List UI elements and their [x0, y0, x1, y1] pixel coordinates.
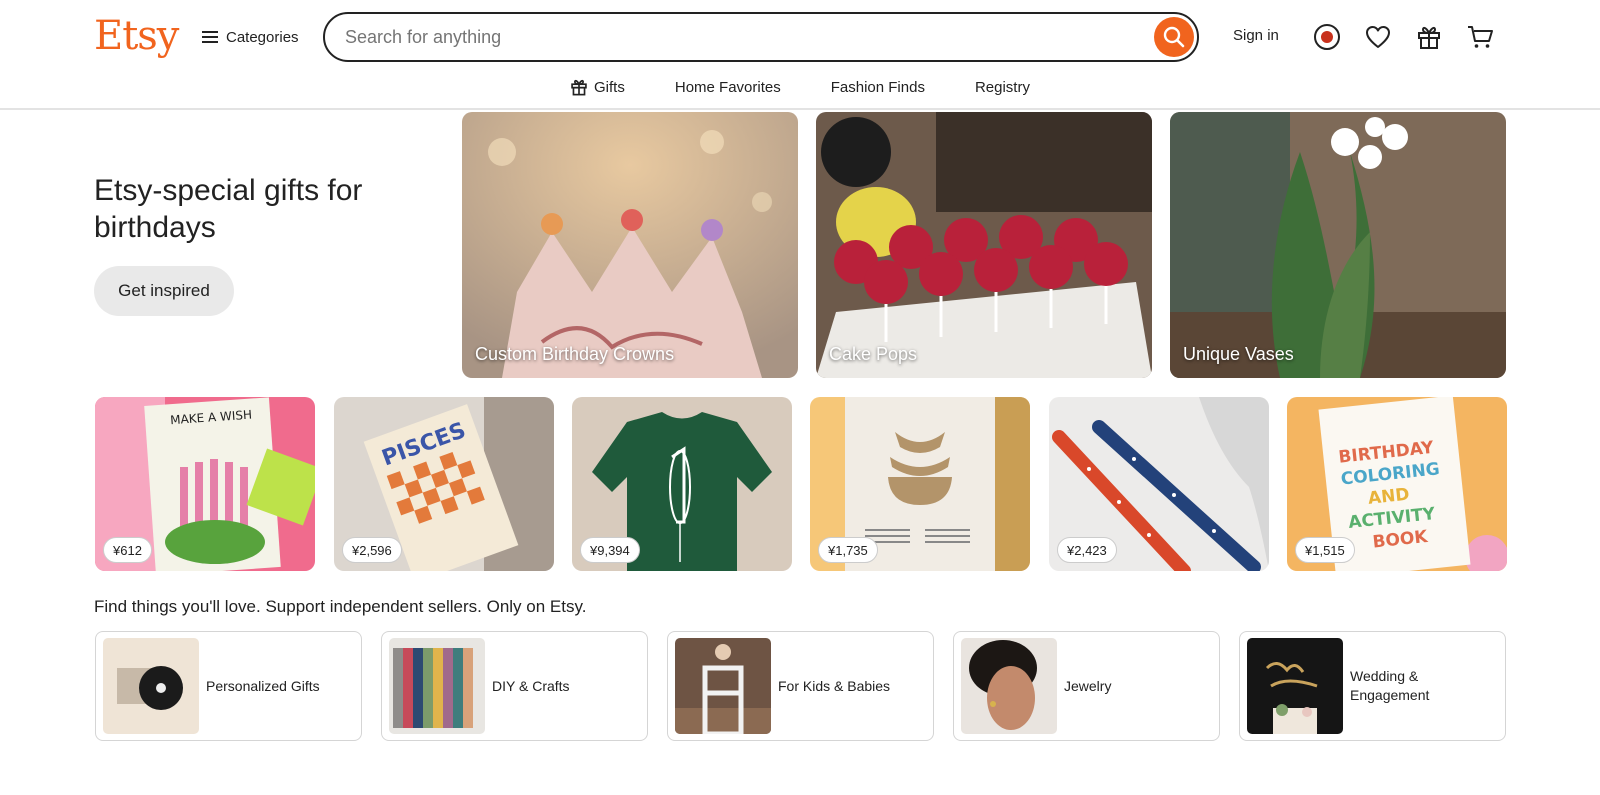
category-thumbnail — [389, 638, 485, 734]
tagline: Find things you'll love. Support indepen… — [94, 597, 587, 616]
cake-pops-image — [816, 112, 1152, 378]
favorites-button[interactable] — [1363, 22, 1393, 52]
etsy-rewards-button[interactable] — [1312, 22, 1342, 52]
nav-gifts-label: Gifts — [594, 78, 625, 96]
categories-label: Categories — [226, 28, 299, 46]
category-label: DIY & Crafts — [492, 677, 570, 694]
site-header: Etsy Categories Sign in Gifts Home Favor… — [0, 0, 1600, 110]
nav-home-favorites[interactable]: Home Favorites — [650, 72, 806, 102]
product-card[interactable]: MAKE A WISH ¥612 — [95, 397, 315, 571]
secondary-nav: Gifts Home Favorites Fashion Finds Regis… — [0, 72, 1600, 102]
category-personalized-gifts[interactable]: Personalized Gifts — [95, 631, 362, 741]
cart-icon — [1468, 26, 1493, 48]
category-kids-babies[interactable]: For Kids & Babies — [667, 631, 934, 741]
category-wedding-engagement[interactable]: Wedding & Engagement — [1239, 631, 1506, 741]
heart-icon — [1366, 26, 1390, 48]
categories-button[interactable]: Categories — [202, 25, 299, 49]
record-icon — [1314, 24, 1340, 50]
tile-label: Custom Birthday Crowns — [475, 344, 675, 364]
price-badge: ¥9,394 — [580, 537, 640, 563]
category-label: Personalized Gifts — [206, 677, 320, 694]
get-inspired-button[interactable]: Get inspired — [94, 266, 234, 316]
category-label: Jewelry — [1064, 677, 1112, 694]
search-button[interactable] — [1154, 17, 1194, 57]
category-jewelry[interactable]: Jewelry — [953, 631, 1220, 741]
tile-label: Cake Pops — [829, 344, 918, 364]
product-card[interactable]: ¥9,394 — [572, 397, 792, 571]
category-label: Wedding & Engagement — [1350, 668, 1430, 703]
etsy-logo[interactable]: Etsy — [94, 11, 179, 61]
sign-in-link[interactable]: Sign in — [1233, 27, 1279, 44]
tile-cake-pops[interactable]: Cake Pops — [816, 112, 1152, 378]
price-badge: ¥1,735 — [818, 537, 878, 563]
search-input[interactable] — [345, 26, 1125, 48]
gift-icon — [1418, 26, 1440, 49]
price-badge: ¥612 — [103, 537, 152, 563]
price-badge: ¥1,515 — [1295, 537, 1355, 563]
nav-registry[interactable]: Registry — [950, 72, 1055, 102]
category-thumbnail — [675, 638, 771, 734]
gift-icon — [571, 79, 587, 96]
search-icon — [1163, 26, 1185, 48]
nav-gifts[interactable]: Gifts — [545, 72, 650, 102]
product-card[interactable]: PISCES ¥2,596 — [334, 397, 554, 571]
tile-custom-birthday-crowns[interactable]: Custom Birthday Crowns — [462, 112, 798, 378]
product-card[interactable]: ¥2,423 — [1049, 397, 1269, 571]
price-badge: ¥2,596 — [342, 537, 402, 563]
category-thumbnail — [103, 638, 199, 734]
birthday-crown-image — [462, 112, 798, 378]
category-diy-crafts[interactable]: DIY & Crafts — [381, 631, 648, 741]
category-thumbnail — [961, 638, 1057, 734]
price-badge: ¥2,423 — [1057, 537, 1117, 563]
search-bar — [323, 12, 1199, 62]
category-thumbnail — [1247, 638, 1343, 734]
tile-label: Unique Vases — [1183, 344, 1294, 364]
vase-image — [1170, 112, 1506, 378]
tile-unique-vases[interactable]: Unique Vases — [1170, 112, 1506, 378]
gift-mode-button[interactable] — [1414, 22, 1444, 52]
cart-button[interactable] — [1465, 22, 1495, 52]
hero-title: Etsy-special gifts for birthdays — [94, 174, 363, 244]
category-label: For Kids & Babies — [778, 677, 891, 694]
nav-fashion-finds[interactable]: Fashion Finds — [806, 72, 950, 102]
product-card[interactable]: ¥1,735 — [810, 397, 1030, 571]
product-card[interactable]: BIRTHDAY COLORING AND ACTIVITY BOOK ¥1,5… — [1287, 397, 1507, 571]
hamburger-icon — [202, 31, 218, 43]
